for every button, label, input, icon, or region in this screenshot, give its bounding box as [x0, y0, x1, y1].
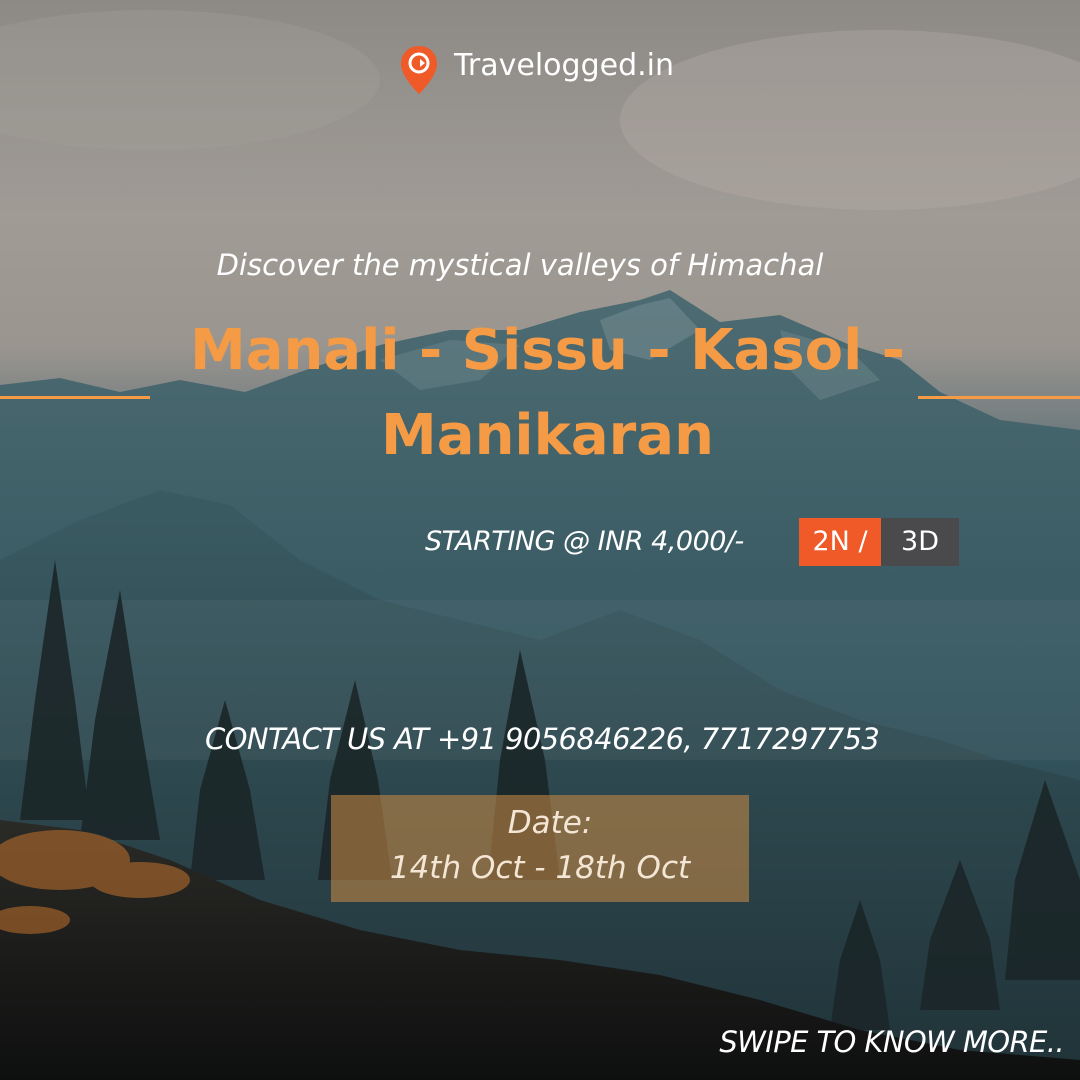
tagline: Discover the mystical valleys of Himacha… — [216, 248, 824, 282]
title-rule-left — [0, 396, 150, 399]
destinations-title-line1: Manali - Sissu - Kasol - — [189, 318, 905, 383]
date-box: Date: 14th Oct - 18th Oct — [331, 795, 749, 902]
title-rule-right — [918, 396, 1080, 399]
destinations-title-line2: Manikaran — [381, 403, 714, 468]
days-badge: 3D — [881, 518, 959, 566]
brand-name: Travelogged.in — [454, 48, 675, 83]
duration-separator: / — [858, 526, 868, 557]
nights-label: 2N — [812, 526, 850, 557]
starting-price: STARTING @ INR 4,000/- — [425, 526, 744, 557]
location-pin-icon — [401, 46, 437, 94]
brand-header: Travelogged.in — [0, 44, 1080, 100]
date-label: Date: — [507, 805, 593, 841]
nights-badge: 2N / — [799, 518, 881, 566]
date-range: 14th Oct - 18th Oct — [389, 850, 691, 886]
swipe-cta[interactable]: SWIPE TO KNOW MORE.. — [719, 1025, 1064, 1059]
travel-poster: Travelogged.in Discover the mystical val… — [0, 0, 1080, 1080]
contact-info: CONTACT US AT +91 9056846226, 7717297753 — [205, 722, 880, 756]
